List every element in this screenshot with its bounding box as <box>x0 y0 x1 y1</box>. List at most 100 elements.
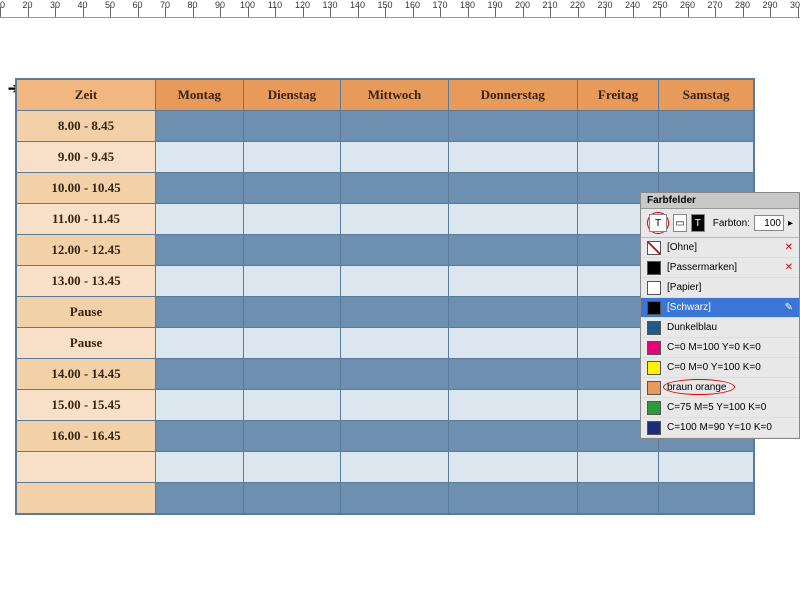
schedule-cell[interactable] <box>448 328 577 359</box>
schedule-cell[interactable] <box>243 297 341 328</box>
schedule-cell[interactable] <box>243 359 341 390</box>
swatch-color-icon <box>647 361 661 375</box>
schedule-cell[interactable] <box>448 266 577 297</box>
schedule-cell[interactable] <box>341 359 449 390</box>
schedule-cell[interactable] <box>243 328 341 359</box>
schedule-cell[interactable] <box>341 421 449 452</box>
swatch-row[interactable]: braun orange <box>641 378 799 398</box>
schedule-cell[interactable] <box>659 142 754 173</box>
column-header: Freitag <box>577 80 658 111</box>
swatch-color-icon <box>647 421 661 435</box>
fill-container-icon[interactable]: ▭ <box>673 214 687 232</box>
swatches-panel[interactable]: Farbfelder T ▭ T Farbton: ▸ [Ohne]✕[Pass… <box>640 192 800 439</box>
swatch-color-icon <box>647 341 661 355</box>
schedule-cell[interactable] <box>156 204 244 235</box>
swatch-row[interactable]: [Ohne]✕ <box>641 238 799 258</box>
schedule-cell[interactable] <box>156 266 244 297</box>
schedule-cell[interactable] <box>341 204 449 235</box>
schedule-cell[interactable] <box>243 390 341 421</box>
schedule-cell[interactable] <box>448 359 577 390</box>
schedule-cell[interactable] <box>341 390 449 421</box>
schedule-cell[interactable] <box>243 266 341 297</box>
schedule-cell[interactable] <box>243 173 341 204</box>
schedule-cell[interactable] <box>156 328 244 359</box>
schedule-cell[interactable] <box>243 111 341 142</box>
schedule-cell[interactable] <box>341 483 449 514</box>
schedule-cell[interactable] <box>341 235 449 266</box>
time-cell[interactable]: 9.00 - 9.45 <box>17 142 156 173</box>
schedule-cell[interactable] <box>448 297 577 328</box>
schedule-cell[interactable] <box>448 111 577 142</box>
swatch-row[interactable]: [Schwarz]✎ <box>641 298 799 318</box>
swatch-label: [Papier] <box>667 282 793 293</box>
schedule-cell[interactable] <box>341 266 449 297</box>
tint-stepper-icon[interactable]: ▸ <box>788 218 793 229</box>
schedule-cell[interactable] <box>341 328 449 359</box>
schedule-cell[interactable] <box>448 142 577 173</box>
schedule-cell[interactable] <box>156 173 244 204</box>
swatch-row[interactable]: C=0 M=0 Y=100 K=0 <box>641 358 799 378</box>
schedule-cell[interactable] <box>156 390 244 421</box>
schedule-cell[interactable] <box>659 483 754 514</box>
swatch-color-icon <box>647 381 661 395</box>
schedule-cell[interactable] <box>577 452 658 483</box>
panel-title[interactable]: Farbfelder <box>641 193 799 209</box>
schedule-cell[interactable] <box>448 390 577 421</box>
schedule-cell[interactable] <box>243 142 341 173</box>
schedule-cell[interactable] <box>156 142 244 173</box>
time-cell[interactable]: 11.00 - 11.45 <box>17 204 156 235</box>
schedule-cell[interactable] <box>659 111 754 142</box>
schedule-cell[interactable] <box>448 204 577 235</box>
fill-text-icon[interactable]: T <box>649 214 667 232</box>
schedule-cell[interactable] <box>448 421 577 452</box>
time-cell[interactable]: 13.00 - 13.45 <box>17 266 156 297</box>
schedule-cell[interactable] <box>156 452 244 483</box>
swatch-row[interactable]: C=100 M=90 Y=10 K=0 <box>641 418 799 438</box>
schedule-cell[interactable] <box>156 421 244 452</box>
swatch-row[interactable]: C=75 M=5 Y=100 K=0 <box>641 398 799 418</box>
schedule-cell[interactable] <box>156 297 244 328</box>
swatch-label: C=75 M=5 Y=100 K=0 <box>667 402 793 413</box>
schedule-cell[interactable] <box>341 297 449 328</box>
schedule-cell[interactable] <box>448 452 577 483</box>
schedule-cell[interactable] <box>448 483 577 514</box>
swatch-row[interactable]: [Papier] <box>641 278 799 298</box>
schedule-cell[interactable] <box>156 235 244 266</box>
time-cell[interactable]: 12.00 - 12.45 <box>17 235 156 266</box>
time-cell[interactable] <box>17 483 156 514</box>
time-cell[interactable]: 10.00 - 10.45 <box>17 173 156 204</box>
schedule-cell[interactable] <box>448 235 577 266</box>
time-cell[interactable]: 15.00 - 15.45 <box>17 390 156 421</box>
time-cell[interactable]: Pause <box>17 328 156 359</box>
schedule-cell[interactable] <box>243 483 341 514</box>
time-cell[interactable]: 8.00 - 8.45 <box>17 111 156 142</box>
schedule-cell[interactable] <box>156 483 244 514</box>
schedule-cell[interactable] <box>341 111 449 142</box>
schedule-cell[interactable] <box>577 483 658 514</box>
time-cell[interactable]: 16.00 - 16.45 <box>17 421 156 452</box>
swatch-label: braun orange <box>667 382 793 393</box>
swatch-row[interactable]: C=0 M=100 Y=0 K=0 <box>641 338 799 358</box>
document-canvas[interactable]: ➔ ZeitMontagDienstagMittwochDonnerstagFr… <box>0 18 800 600</box>
schedule-cell[interactable] <box>243 452 341 483</box>
schedule-cell[interactable] <box>156 111 244 142</box>
time-cell[interactable]: Pause <box>17 297 156 328</box>
schedule-cell[interactable] <box>341 452 449 483</box>
schedule-cell[interactable] <box>577 142 658 173</box>
time-cell[interactable]: 14.00 - 14.45 <box>17 359 156 390</box>
schedule-cell[interactable] <box>156 359 244 390</box>
schedule-cell[interactable] <box>243 421 341 452</box>
schedule-cell[interactable] <box>243 204 341 235</box>
swatch-row[interactable]: Dunkelblau <box>641 318 799 338</box>
fill-stroke-icon[interactable]: T <box>691 214 705 232</box>
tint-input[interactable] <box>754 215 784 231</box>
schedule-cell[interactable] <box>659 452 754 483</box>
time-cell[interactable] <box>17 452 156 483</box>
schedule-cell[interactable] <box>448 173 577 204</box>
swatch-row[interactable]: [Passermarken]✕ <box>641 258 799 278</box>
schedule-cell[interactable] <box>243 235 341 266</box>
swatch-label: [Schwarz] <box>667 302 779 313</box>
schedule-cell[interactable] <box>577 111 658 142</box>
schedule-cell[interactable] <box>341 173 449 204</box>
schedule-cell[interactable] <box>341 142 449 173</box>
